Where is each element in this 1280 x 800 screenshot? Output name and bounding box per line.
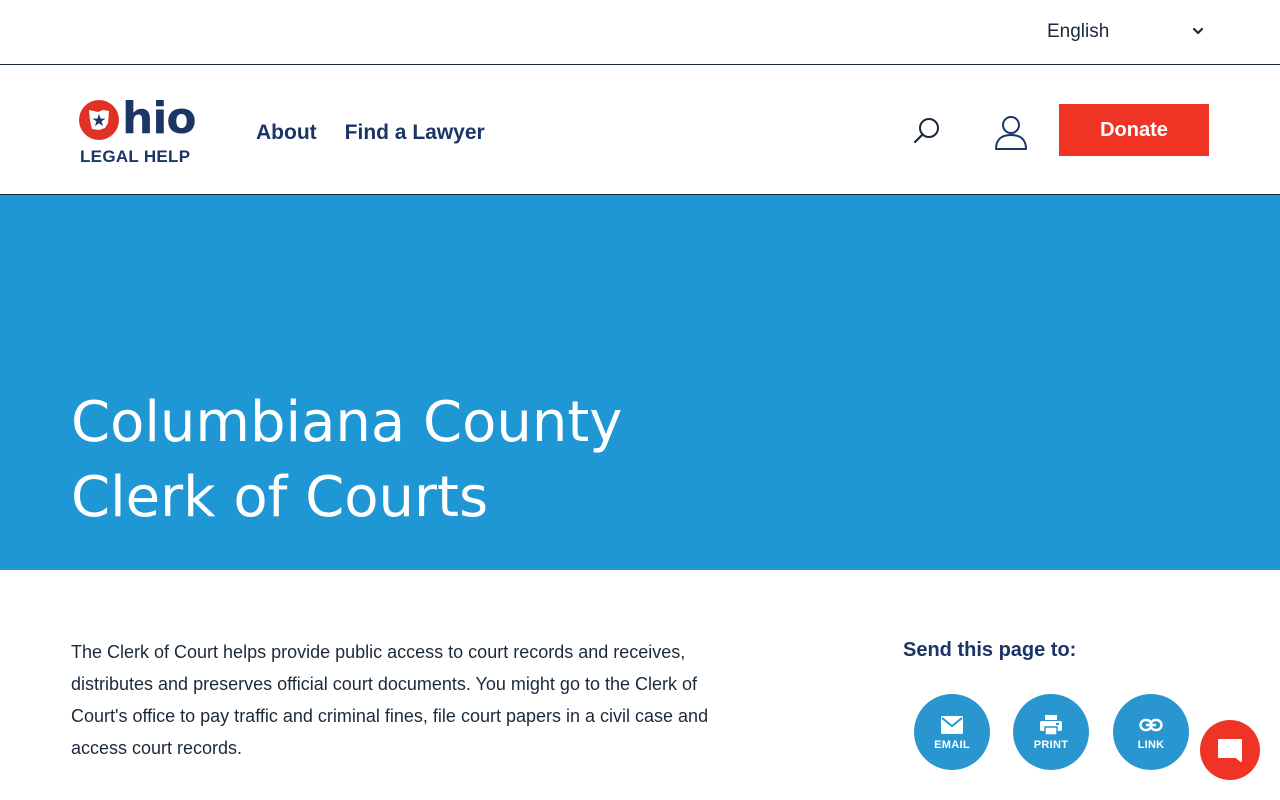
search-icon <box>913 118 939 144</box>
share-print-button[interactable]: PRINT <box>1013 694 1089 770</box>
logo-tagline: LEGAL HELP <box>80 147 191 166</box>
logo-hio-text: hio <box>122 93 197 144</box>
link-icon <box>1139 718 1163 732</box>
account-button[interactable] <box>990 111 1032 155</box>
page-title-line1: Columbiana County <box>71 390 623 455</box>
nav-about[interactable]: About <box>256 121 317 145</box>
chevron-down-icon <box>1192 27 1204 35</box>
intro-paragraph: The Clerk of Court helps provide public … <box>71 642 709 758</box>
language-bar: English <box>0 0 1280 65</box>
page-title: Columbiana County Clerk of Courts <box>71 385 711 535</box>
share-email-button[interactable]: EMAIL <box>914 694 990 770</box>
site-logo[interactable]: hio LEGAL HELP <box>78 93 202 169</box>
share-link-label: LINK <box>1137 739 1165 751</box>
page-title-line2: Clerk of Courts <box>71 465 489 530</box>
share-link-button[interactable]: LINK <box>1113 694 1189 770</box>
chat-icon <box>1218 739 1242 762</box>
language-select[interactable]: English <box>1038 14 1210 50</box>
donate-button[interactable]: Donate <box>1059 104 1209 156</box>
ohio-state-icon <box>79 100 119 140</box>
main-nav: About Find a Lawyer <box>256 121 485 145</box>
share-title: Send this page to: <box>903 639 1077 661</box>
chat-widget-button[interactable] <box>1200 720 1260 780</box>
email-icon <box>941 716 963 734</box>
print-icon <box>1040 715 1062 736</box>
language-select-value: English <box>1047 21 1110 42</box>
site-header: hio LEGAL HELP About Find a Lawyer Donat… <box>0 65 1280 195</box>
nav-find-lawyer[interactable]: Find a Lawyer <box>345 121 485 145</box>
share-email-label: EMAIL <box>934 739 970 751</box>
logo-wordmark: hio <box>78 93 197 144</box>
search-button[interactable] <box>908 113 946 151</box>
hero-banner: Columbiana County Clerk of Courts <box>0 195 1280 570</box>
share-print-label: PRINT <box>1033 739 1069 751</box>
user-icon <box>995 116 1027 150</box>
